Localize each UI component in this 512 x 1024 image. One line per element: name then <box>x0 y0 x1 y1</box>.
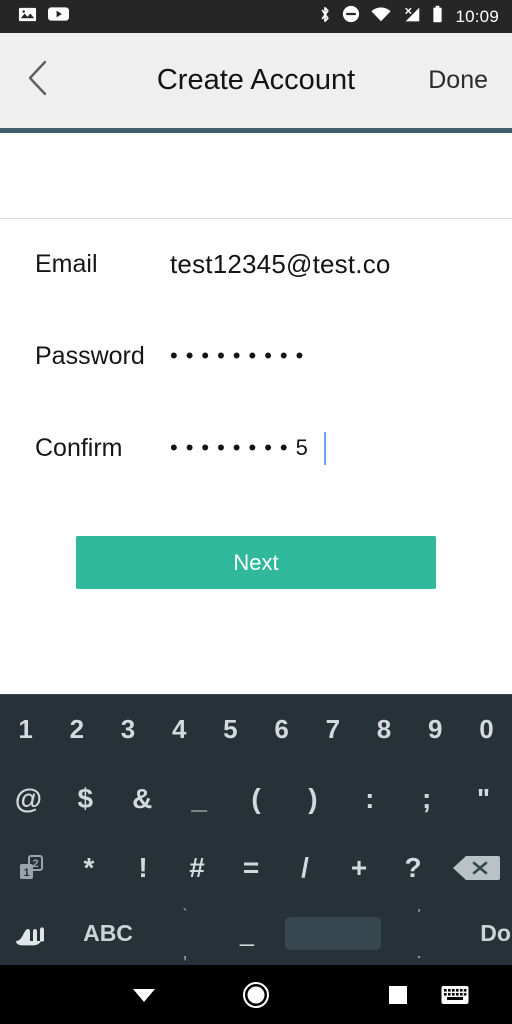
svg-text:2: 2 <box>32 858 38 870</box>
key-3[interactable]: 3 <box>102 695 153 764</box>
key-apostrophe-label: ' <box>417 906 421 923</box>
key-apostrophe-period[interactable]: ' . <box>388 902 450 965</box>
key-paren-open[interactable]: ( <box>228 764 285 833</box>
battery-icon <box>432 5 443 29</box>
key-8[interactable]: 8 <box>358 695 409 764</box>
keyboard-row-symbols-2: 2 1 * ! # = / + ? <box>0 833 512 902</box>
wifi-off-icon: x <box>370 6 392 28</box>
keyboard-row-bottom: ABC ` , _ ' . Done <box>0 902 512 965</box>
key-equals[interactable]: = <box>224 833 278 902</box>
email-input[interactable]: test12345@test.co <box>170 249 391 280</box>
email-label: Email <box>35 249 98 278</box>
key-exclamation[interactable]: ! <box>116 833 170 902</box>
photo-icon <box>18 5 37 29</box>
field-row-email[interactable]: Email test12345@test.co <box>0 234 512 294</box>
symbols-page-toggle-icon[interactable]: 2 1 <box>0 833 62 902</box>
text-caret <box>323 431 326 465</box>
key-dollar[interactable]: $ <box>57 764 114 833</box>
key-4[interactable]: 4 <box>154 695 205 764</box>
done-button[interactable]: Done <box>428 66 512 95</box>
form-content: Email test12345@test.co Password •••••••… <box>0 133 512 690</box>
field-row-confirm[interactable]: Confirm ••••••••5 <box>0 418 512 478</box>
home-icon[interactable] <box>224 965 288 1024</box>
key-done[interactable]: Done <box>450 902 512 965</box>
phone-screen: x 10:09 Create Account Done Email test12… <box>0 0 512 1024</box>
password-input[interactable]: ••••••••• <box>170 345 311 367</box>
confirm-label: Confirm <box>35 433 123 462</box>
key-abc[interactable]: ABC <box>62 902 154 965</box>
key-comma-label: , <box>182 943 188 962</box>
key-done-label: Done <box>480 920 512 946</box>
key-6[interactable]: 6 <box>256 695 307 764</box>
key-hyphen[interactable]: _ <box>216 902 278 965</box>
key-underscore[interactable]: _ <box>171 764 228 833</box>
keyboard-row-symbols-1: @ $ & _ ( ) : ; " <box>0 764 512 833</box>
key-semicolon[interactable]: ; <box>398 764 455 833</box>
key-period-label: . <box>416 943 422 962</box>
back-button[interactable] <box>0 33 74 128</box>
youtube-icon <box>48 6 69 27</box>
key-colon[interactable]: : <box>341 764 398 833</box>
bluetooth-icon <box>318 5 332 29</box>
field-row-password[interactable]: Password ••••••••• <box>0 326 512 386</box>
confirm-input[interactable]: ••••••••5 <box>170 431 326 465</box>
backspace-icon[interactable] <box>440 833 512 902</box>
key-grave-label: ` <box>182 906 188 923</box>
password-label: Password <box>35 341 145 370</box>
confirm-value: ••••••••5 <box>170 435 316 460</box>
key-grave-comma[interactable]: ` , <box>154 902 216 965</box>
recents-icon[interactable] <box>366 965 430 1024</box>
key-hash[interactable]: # <box>170 833 224 902</box>
svg-text:x: x <box>386 13 390 22</box>
back-chevron-icon <box>24 58 51 103</box>
spacebar-surface <box>285 917 381 950</box>
status-bar-clock: 10:09 <box>455 6 499 26</box>
key-7[interactable]: 7 <box>307 695 358 764</box>
status-bar: x 10:09 <box>0 0 512 33</box>
svg-text:1: 1 <box>23 867 29 879</box>
form-divider <box>0 218 512 219</box>
key-paren-close[interactable]: ) <box>284 764 341 833</box>
key-question[interactable]: ? <box>386 833 440 902</box>
key-5[interactable]: 5 <box>205 695 256 764</box>
system-navigation-bar <box>0 965 512 1024</box>
next-button[interactable]: Next <box>76 536 436 589</box>
status-bar-notifications <box>0 5 69 29</box>
key-ampersand[interactable]: & <box>114 764 171 833</box>
key-1[interactable]: 1 <box>0 695 51 764</box>
status-bar-system-icons: x 10:09 <box>318 5 512 29</box>
key-9[interactable]: 9 <box>410 695 461 764</box>
key-0[interactable]: 0 <box>461 695 512 764</box>
on-screen-keyboard: 1 2 3 4 5 6 7 8 9 0 @ $ & _ ( ) : ; " 2 … <box>0 694 512 965</box>
key-2[interactable]: 2 <box>51 695 102 764</box>
password-value: ••••••••• <box>170 343 312 368</box>
key-asterisk[interactable]: * <box>62 833 116 902</box>
key-slash[interactable]: / <box>278 833 332 902</box>
keyboard-row-numbers: 1 2 3 4 5 6 7 8 9 0 <box>0 695 512 764</box>
key-quote[interactable]: " <box>455 764 512 833</box>
back-down-icon[interactable] <box>112 965 176 1024</box>
do-not-disturb-icon <box>342 5 360 28</box>
key-at[interactable]: @ <box>0 764 57 833</box>
cellular-off-icon <box>402 6 422 28</box>
handwriting-icon[interactable] <box>0 902 62 965</box>
key-space[interactable] <box>278 902 388 965</box>
key-plus[interactable]: + <box>332 833 386 902</box>
email-value: test12345@test.co <box>170 248 391 279</box>
keyboard-switch-icon[interactable] <box>423 965 487 1024</box>
app-bar: Create Account Done <box>0 33 512 128</box>
